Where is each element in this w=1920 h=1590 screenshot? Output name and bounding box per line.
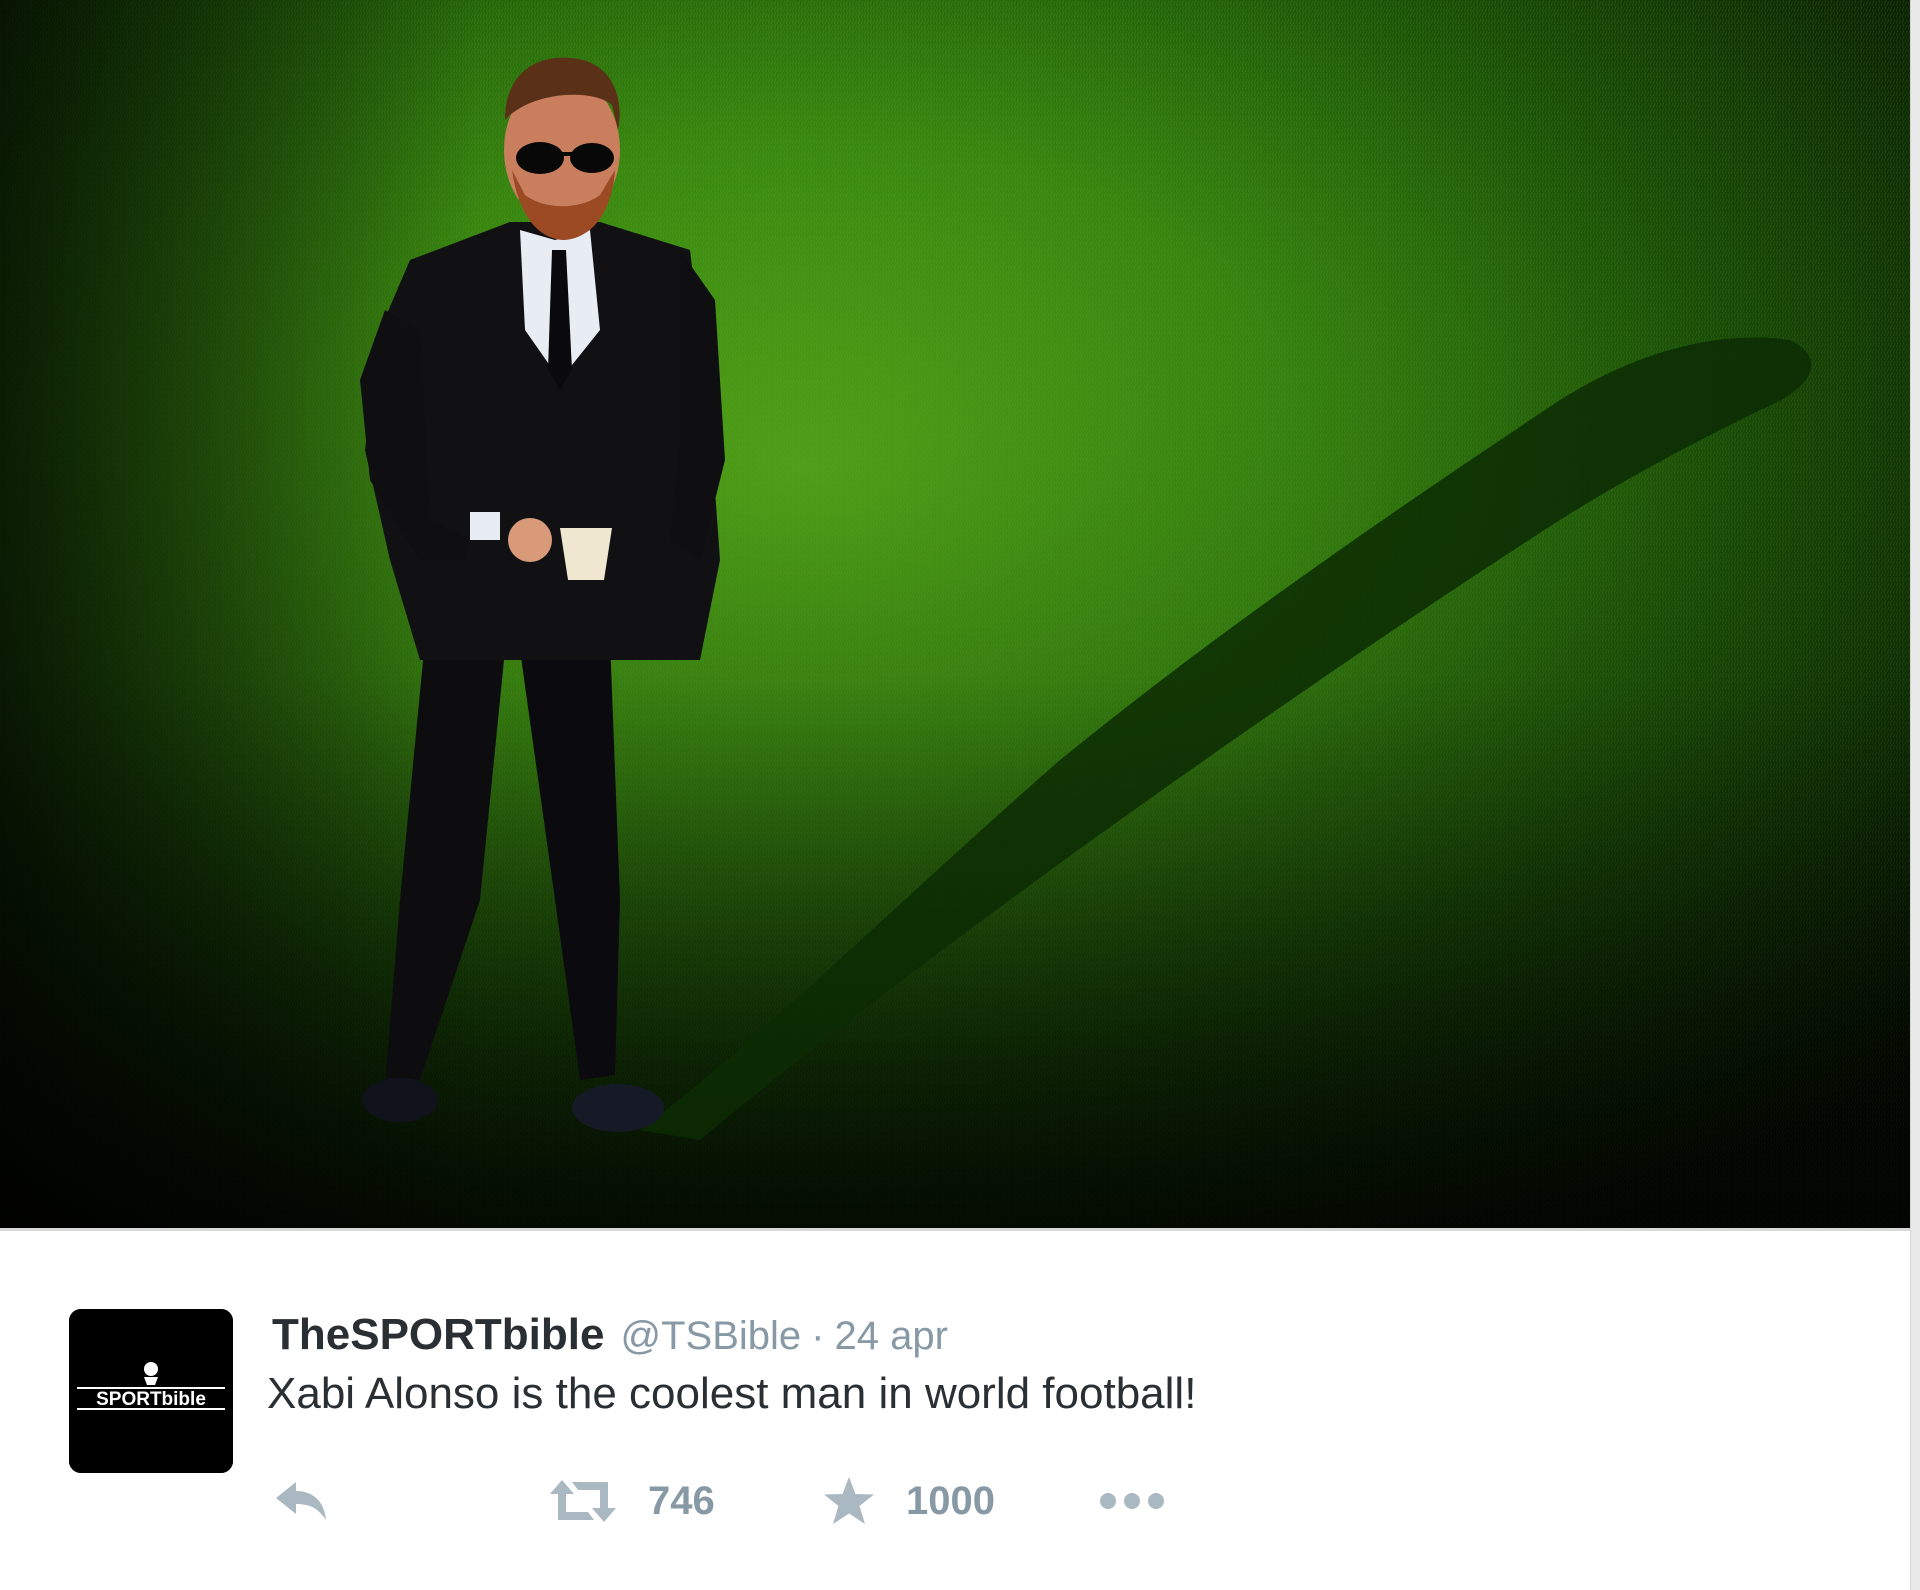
star-icon (824, 1477, 874, 1524)
tweet-photo-image (0, 0, 1912, 1230)
more-button[interactable] (1098, 1461, 1166, 1541)
retweet-button[interactable]: 746 (548, 1461, 715, 1541)
tweet-timestamp[interactable]: 24 apr (834, 1314, 947, 1358)
tweet-card-page: SPORTbible TheSPORTbible @TSBible · 24 apr … (0, 0, 1920, 1590)
tweet-actions: 746 1000 (0, 1461, 1300, 1541)
window-edge (1910, 0, 1920, 1590)
favorite-button[interactable]: 1000 (822, 1461, 995, 1541)
author-name[interactable]: TheSPORTbible (272, 1310, 604, 1359)
tweet-text: Xabi Alonso is the coolest man in world … (267, 1369, 1197, 1418)
tweet-body: SPORTbible TheSPORTbible @TSBible · 24 apr … (0, 1231, 1910, 1590)
reply-icon (276, 1482, 326, 1520)
header-separator: · (811, 1314, 825, 1358)
retweet-icon (550, 1480, 616, 1522)
profile-avatar[interactable]: SPORTbible (69, 1309, 233, 1473)
reply-button[interactable] (272, 1461, 332, 1541)
sportbible-logo-icon: SPORTbible (69, 1309, 233, 1473)
tweet-photo[interactable] (0, 0, 1912, 1230)
avatar-logo-text: SPORTbible (96, 1389, 206, 1410)
retweet-count: 746 (648, 1478, 715, 1523)
favorite-count: 1000 (906, 1478, 995, 1523)
tweet-header: TheSPORTbible @TSBible · 24 apr (272, 1307, 948, 1373)
more-dots-icon (1100, 1493, 1164, 1509)
author-handle[interactable]: @TSBible (620, 1314, 801, 1358)
